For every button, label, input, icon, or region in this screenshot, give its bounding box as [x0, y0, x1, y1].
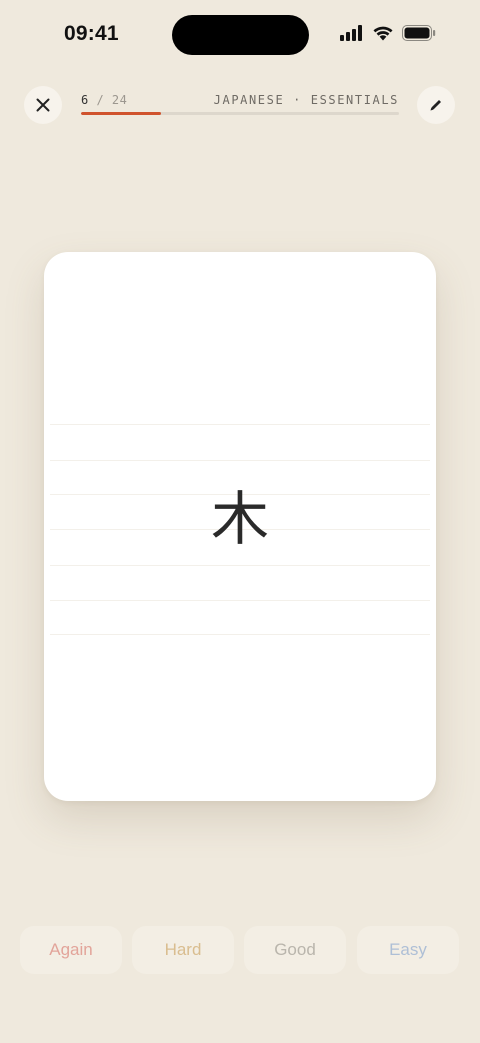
card-rule-line	[50, 565, 430, 566]
progress-bar	[81, 112, 399, 115]
total-card-count: 24	[111, 93, 128, 107]
rating-buttons: Again Hard Good Easy	[20, 926, 460, 974]
again-button[interactable]: Again	[20, 926, 122, 974]
status-icons	[340, 25, 436, 41]
dynamic-island	[172, 15, 309, 55]
card-rule-line	[50, 600, 430, 601]
battery-icon	[402, 25, 436, 41]
signal-icon	[340, 25, 362, 41]
card-rule-line	[50, 460, 430, 461]
card-rule-line	[50, 634, 430, 635]
wifi-icon	[373, 26, 393, 41]
current-card-number: 6	[81, 93, 89, 107]
deck-title: JAPANESE · ESSENTIALS	[213, 93, 399, 107]
good-button[interactable]: Good	[244, 926, 346, 974]
card-term: 木	[210, 485, 269, 553]
progress-bar-fill	[81, 112, 161, 115]
close-icon	[36, 98, 50, 112]
pencil-icon	[430, 100, 441, 111]
progress-count: 6 / 24	[81, 93, 127, 107]
edit-card-button[interactable]	[417, 86, 455, 124]
status-time: 09:41	[64, 22, 119, 45]
status-bar: 09:41	[0, 0, 480, 72]
card-rule-line	[50, 424, 430, 425]
close-button[interactable]	[24, 86, 62, 124]
hard-button[interactable]: Hard	[132, 926, 234, 974]
easy-button[interactable]: Easy	[357, 926, 459, 974]
progress-separator: /	[88, 93, 112, 107]
